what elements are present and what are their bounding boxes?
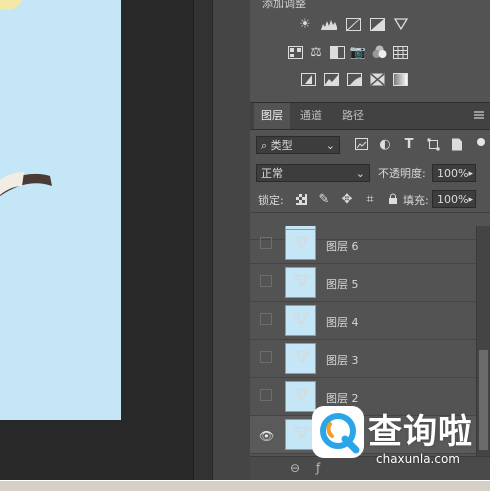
- visibility-toggle[interactable]: [260, 351, 272, 363]
- smart-object-filter-icon[interactable]: [449, 137, 465, 151]
- character-sticker-icon: 🐮: [294, 426, 310, 441]
- document-canvas[interactable]: [0, 0, 121, 420]
- artwork-fragment: [0, 0, 52, 196]
- layer-filter-icons: ◐ T: [353, 137, 465, 152]
- tab-paths[interactable]: 路径: [335, 103, 371, 129]
- type-filter-icon[interactable]: T: [401, 137, 417, 152]
- chevron-right-icon: ▸: [468, 169, 473, 179]
- eye-icon[interactable]: 👁: [259, 429, 274, 443]
- layer-thumbnail: 🐮: [285, 343, 316, 374]
- watermark-url: chaxunla.com: [376, 452, 460, 466]
- layer-thumbnail: 🐮: [285, 305, 316, 336]
- gradient-map-icon[interactable]: [392, 72, 408, 86]
- visibility-toggle[interactable]: [260, 313, 272, 325]
- layer-name[interactable]: 图层 5: [326, 276, 359, 292]
- invert-icon[interactable]: [300, 72, 316, 86]
- layer-name[interactable]: 图层 4: [326, 314, 359, 330]
- brightness-icon[interactable]: ☀: [297, 17, 313, 32]
- watermark: 查询啦 chaxunla.com: [312, 398, 482, 470]
- selective-color-icon[interactable]: [369, 72, 385, 86]
- chevron-down-icon: ⌄: [325, 139, 335, 152]
- character-sticker-icon: 🐮: [294, 350, 310, 365]
- adjustments-row-3: [300, 72, 408, 86]
- search-icon: ⌕: [261, 139, 268, 152]
- fill-input[interactable]: 100% ▸: [432, 190, 476, 208]
- layer-row[interactable]: 🐮 图层 6: [250, 226, 476, 264]
- adjustment-filter-icon[interactable]: ◐: [377, 137, 393, 152]
- fill-label: 填充:: [403, 194, 429, 207]
- watermark-title: 查询啦: [368, 412, 473, 452]
- fill-value: 100%: [437, 193, 469, 206]
- chevron-down-icon: ⌄: [355, 167, 365, 180]
- shape-filter-icon[interactable]: [425, 137, 441, 151]
- opacity-label: 不透明度:: [378, 167, 426, 180]
- lock-icons: ✎ ✥ ⌗: [293, 192, 401, 207]
- lock-pixels-icon[interactable]: ✎: [316, 192, 332, 207]
- panel-menu-icon[interactable]: [474, 110, 484, 123]
- black-white-icon[interactable]: 📷: [350, 45, 366, 60]
- blend-mode-select[interactable]: 正常 ⌄: [256, 164, 370, 182]
- system-taskbar: [0, 480, 490, 491]
- canvas-scrollbar[interactable]: [193, 0, 213, 480]
- channel-mixer-icon[interactable]: [392, 45, 408, 59]
- color-balance-icon[interactable]: [329, 45, 345, 59]
- link-icon[interactable]: ⊖: [290, 461, 300, 475]
- layer-row[interactable]: 🐮 图层 4: [250, 302, 476, 340]
- chevron-right-icon: ▸: [468, 195, 473, 205]
- visibility-toggle[interactable]: [260, 237, 272, 249]
- lock-artboard-icon[interactable]: ⌗: [362, 192, 378, 207]
- layer-filter-label: 类型: [270, 139, 293, 152]
- character-sticker-icon: 🐮: [294, 388, 310, 403]
- opacity-value: 100%: [437, 167, 469, 180]
- tab-layers[interactable]: 图层: [254, 103, 290, 129]
- photo-filter-icon[interactable]: [371, 45, 387, 59]
- vibrance-triangle-icon[interactable]: [393, 17, 409, 31]
- character-sticker-icon: 🐮: [294, 274, 310, 289]
- hue-saturation-icon[interactable]: ⚖: [308, 45, 324, 60]
- exposure-icon[interactable]: [369, 17, 385, 31]
- layer-row[interactable]: 🐮 图层 3: [250, 340, 476, 378]
- layer-name[interactable]: 图层 3: [326, 352, 359, 368]
- layer-name[interactable]: 图层 6: [326, 238, 359, 254]
- blend-mode-value: 正常: [261, 167, 283, 180]
- visibility-toggle[interactable]: [260, 275, 272, 287]
- tab-channels[interactable]: 通道: [293, 103, 329, 129]
- character-sticker-icon: 🐮: [294, 236, 310, 251]
- divider: [250, 212, 490, 213]
- opacity-input[interactable]: 100% ▸: [432, 164, 476, 182]
- threshold-icon[interactable]: [346, 72, 362, 86]
- lock-transparent-icon[interactable]: [293, 192, 309, 206]
- pasteboard: [121, 0, 193, 420]
- lock-label: 锁定:: [258, 194, 284, 207]
- layer-thumbnail: 🐮: [285, 229, 316, 260]
- lock-position-icon[interactable]: ✥: [339, 192, 355, 207]
- layer-thumbnail: 🐮: [285, 267, 316, 298]
- adjustments-row-1: ☀: [297, 17, 409, 32]
- lock-all-icon[interactable]: [385, 192, 401, 206]
- layer-row[interactable]: 🐮 图层 5: [250, 264, 476, 302]
- posterize-icon[interactable]: [323, 72, 339, 86]
- vibrance-icon[interactable]: [287, 45, 303, 59]
- curves-icon[interactable]: [345, 17, 361, 31]
- layer-filter-select[interactable]: ⌕ 类型 ⌄: [256, 136, 340, 154]
- levels-icon[interactable]: [321, 17, 337, 31]
- adjustments-row-2: ⚖ 📷: [287, 45, 408, 60]
- collapsed-panel-dock: [212, 0, 252, 480]
- pixel-filter-icon[interactable]: [353, 137, 369, 151]
- adjustments-title: 添加调整: [262, 0, 306, 10]
- character-sticker-icon: 🐮: [294, 312, 310, 327]
- visibility-toggle[interactable]: [260, 389, 272, 401]
- filter-toggle[interactable]: [477, 138, 485, 146]
- layers-tab-bar: 图层 通道 路径: [250, 102, 490, 130]
